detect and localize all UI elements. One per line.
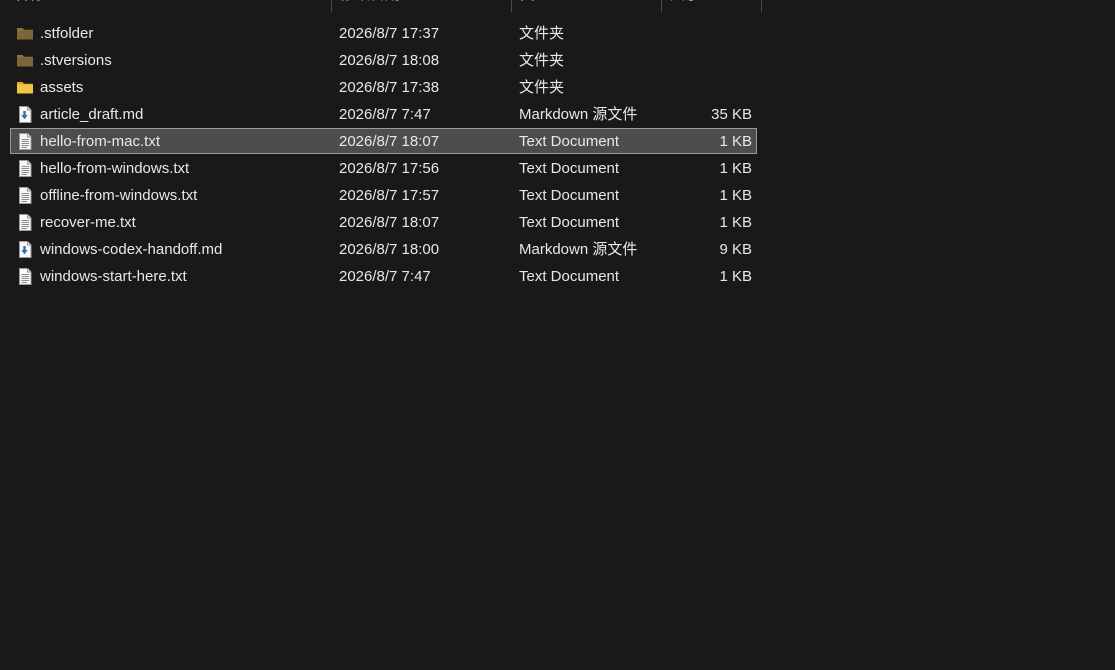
- text-file-icon: [16, 187, 34, 204]
- file-size: 1 KB: [719, 187, 752, 204]
- file-size: 35 KB: [711, 106, 752, 123]
- text-file-icon: [16, 214, 34, 231]
- file-row[interactable]: .stfolder 2026/8/7 17:37 文件夹: [0, 20, 762, 47]
- file-row[interactable]: hello-from-mac.txt 2026/8/7 18:07 Text Doc…: [0, 128, 762, 155]
- file-modified-date: 2026/8/7 18:08: [339, 52, 440, 69]
- file-size: [662, 47, 752, 74]
- folder-icon: [16, 79, 34, 96]
- file-row[interactable]: hello-from-windows.txt 2026/8/7 17:56 Text…: [0, 155, 762, 182]
- markdown-file-icon: [16, 106, 34, 123]
- file-modified-date: 2026/8/7 18:07: [339, 133, 440, 150]
- column-header-name[interactable]: 名称: [6, 0, 332, 12]
- file-row[interactable]: .stversions 2026/8/7 18:08 文件夹: [0, 47, 762, 74]
- text-file-icon: [16, 160, 34, 177]
- file-modified-date: 2026/8/7 7:47: [339, 106, 431, 123]
- file-type: Markdown 源文件: [519, 106, 638, 123]
- file-modified-date: 2026/8/7 17:57: [339, 187, 440, 204]
- text-file-icon: [16, 133, 34, 150]
- text-file-icon: [16, 268, 34, 285]
- file-name: .stversions: [40, 52, 112, 69]
- folder-dim-icon: [16, 52, 34, 69]
- file-list: .stfolder 2026/8/7 17:37 文件夹 .stversions 202…: [0, 20, 762, 290]
- file-name: hello-from-windows.txt: [40, 160, 190, 177]
- file-type: Text Document: [519, 133, 620, 150]
- file-size: 1 KB: [719, 160, 752, 177]
- file-name: windows-codex-handoff.md: [40, 241, 223, 258]
- folder-dim-icon: [16, 25, 34, 42]
- file-modified-date: 2026/8/7 17:38: [339, 79, 440, 96]
- file-name: windows-start-here.txt: [40, 268, 187, 285]
- markdown-file-icon: [16, 241, 34, 258]
- file-size: [662, 74, 752, 101]
- file-type: Text Document: [519, 187, 620, 204]
- file-row[interactable]: windows-start-here.txt 2026/8/7 7:47 Text …: [0, 263, 762, 290]
- file-row[interactable]: article_draft.md 2026/8/7 7:47 Markdown 源文…: [0, 101, 762, 128]
- file-name: recover-me.txt: [40, 214, 136, 231]
- file-size: 1 KB: [719, 133, 752, 150]
- file-type: 文件夹: [519, 25, 565, 42]
- column-header-type[interactable]: 类型: [512, 0, 662, 12]
- file-name: assets: [40, 79, 84, 96]
- file-type: 文件夹: [519, 79, 565, 96]
- file-row[interactable]: windows-codex-handoff.md 2026/8/7 18:00 Ma…: [0, 236, 762, 263]
- column-header-date[interactable]: 修改日期: [332, 0, 512, 12]
- file-name: offline-from-windows.txt: [40, 187, 198, 204]
- file-row[interactable]: recover-me.txt 2026/8/7 18:07 Text Documen…: [0, 209, 762, 236]
- file-name: .stfolder: [40, 25, 94, 42]
- file-modified-date: 2026/8/7 17:37: [339, 25, 440, 42]
- file-size: [662, 20, 752, 47]
- file-size: 9 KB: [719, 241, 752, 258]
- file-modified-date: 2026/8/7 18:00: [339, 241, 440, 258]
- column-header-size[interactable]: 大小: [662, 0, 762, 12]
- file-modified-date: 2026/8/7 7:47: [339, 268, 431, 285]
- column-divider[interactable]: [761, 0, 762, 12]
- file-type: Text Document: [519, 214, 620, 231]
- file-modified-date: 2026/8/7 17:56: [339, 160, 440, 177]
- file-size: 1 KB: [719, 214, 752, 231]
- file-type: Text Document: [519, 268, 620, 285]
- file-type: 文件夹: [519, 52, 565, 69]
- file-explorer-view: 名称 修改日期 类型 大小 .stfolder 2026/8/7 17:37 文件夹…: [0, 0, 1115, 670]
- file-row[interactable]: assets 2026/8/7 17:38 文件夹: [0, 74, 762, 101]
- file-modified-date: 2026/8/7 18:07: [339, 214, 440, 231]
- file-name: hello-from-mac.txt: [40, 133, 161, 150]
- file-name: article_draft.md: [40, 106, 144, 123]
- file-type: Text Document: [519, 160, 620, 177]
- file-type: Markdown 源文件: [519, 241, 638, 258]
- file-row[interactable]: offline-from-windows.txt 2026/8/7 17:57 Te…: [0, 182, 762, 209]
- column-header: 名称 修改日期 类型 大小: [0, 0, 762, 12]
- file-size: 1 KB: [719, 268, 752, 285]
